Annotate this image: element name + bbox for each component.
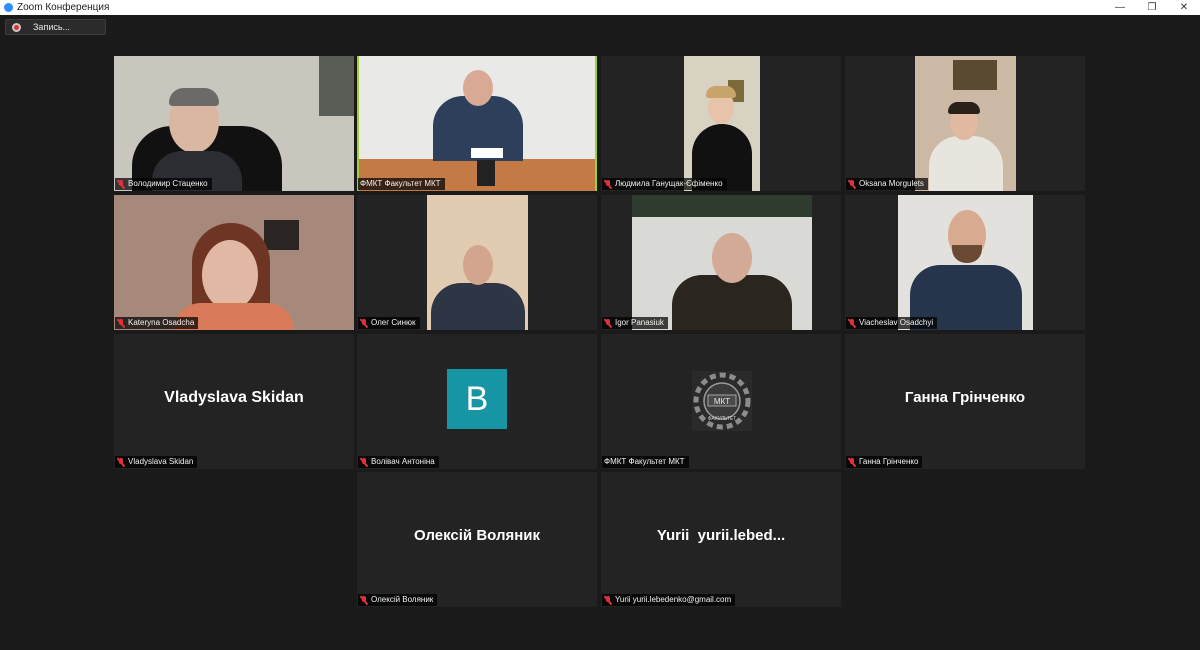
mic-muted-icon (359, 457, 368, 467)
participant-name-tag: Олексій Воляник (358, 594, 438, 606)
recording-indicator[interactable]: Запись... (5, 19, 106, 35)
participant-name-tag: Igor Panasiuk (602, 317, 668, 329)
participant-display-name: Vladyslava Skidan (164, 389, 304, 406)
participant-tile[interactable]: Vladyslava Skidan Vladyslava Skidan (114, 334, 354, 469)
participant-name: Олег Синюк (371, 318, 416, 327)
participant-name-tag: ФМКТ Факультет МКТ (358, 178, 445, 190)
participant-tile[interactable]: Олег Синюк (357, 195, 597, 330)
participant-video (359, 56, 595, 191)
participant-name-tag: Олег Синюк (358, 317, 420, 329)
participant-name: ФМКТ Факультет МКТ (604, 457, 685, 466)
participant-display-name: Ганна Грінченко (904, 389, 1026, 406)
participant-name: Yurii yurii.lebedenko@gmail.com (615, 595, 732, 604)
mic-muted-icon (116, 179, 125, 189)
participant-video (915, 56, 1016, 191)
participant-tile[interactable]: ФМКТ Факультет МКТ (357, 56, 597, 191)
mic-muted-icon (359, 318, 368, 328)
mic-muted-icon (359, 595, 368, 605)
participant-avatar: B (447, 369, 507, 429)
participant-tile[interactable]: Kateryna Osadcha (114, 195, 354, 330)
restore-button[interactable]: ❐ (1136, 0, 1168, 15)
record-icon (12, 22, 21, 32)
participant-name: Kateryna Osadcha (128, 318, 195, 327)
participant-name: ФМКТ Факультет МКТ (360, 179, 441, 188)
participant-display-name: Олексій Воляник (413, 527, 541, 544)
participant-name: Vladyslava Skidan (128, 457, 194, 466)
participant-name: Володимир Стаценко (128, 179, 208, 188)
participant-display-name: Yurii yurii.lebed... (656, 527, 786, 544)
participant-video (114, 195, 354, 330)
minimize-button[interactable]: — (1104, 0, 1136, 15)
participant-tile[interactable]: Ганна Грінченко Ганна Грінченко (845, 334, 1085, 469)
logo-subtext: ФАКУЛЬТЕТ (708, 416, 737, 422)
participant-name: Igor Panasiuk (615, 318, 664, 327)
participant-name: Viacheslav Osadchyi (859, 318, 934, 327)
participant-video (114, 56, 354, 191)
participant-name-tag: Людмила Ганущак-Єфіменко (602, 178, 727, 190)
mic-muted-icon (847, 318, 856, 328)
participant-tile[interactable]: Олексій Воляник Олексій Воляник (357, 472, 597, 607)
logo-text: МКТ (714, 397, 730, 406)
participant-name-tag: Yurii yurii.lebedenko@gmail.com (602, 594, 736, 606)
window-controls: — ❐ ✕ (1104, 0, 1200, 15)
participant-video (684, 56, 760, 191)
mic-muted-icon (116, 318, 125, 328)
participant-tile[interactable]: Yurii yurii.lebed... Yurii yurii.lebeden… (601, 472, 841, 607)
participant-video (427, 195, 528, 330)
participant-name-tag: ФМКТ Факультет МКТ (602, 456, 689, 468)
participant-name: Людмила Ганущак-Єфіменко (615, 179, 723, 188)
mic-muted-icon (847, 457, 856, 467)
participant-name: Олексій Воляник (371, 595, 434, 604)
close-button[interactable]: ✕ (1168, 0, 1200, 15)
participant-tile[interactable]: Viacheslav Osadchyi (845, 195, 1085, 330)
participant-name-tag: Kateryna Osadcha (115, 317, 199, 329)
mic-muted-icon (116, 457, 125, 467)
participant-name-tag: Волівач Антоніна (358, 456, 439, 468)
participant-tile[interactable]: Людмила Ганущак-Єфіменко (601, 56, 841, 191)
zoom-app-icon (4, 3, 13, 12)
faculty-logo: МКТ ФАКУЛЬТЕТ (692, 371, 752, 431)
participant-name-tag: Viacheslav Osadchyi (846, 317, 938, 329)
mic-muted-icon (603, 595, 612, 605)
participant-tile[interactable]: Igor Panasiuk (601, 195, 841, 330)
mic-muted-icon (603, 318, 612, 328)
participant-tile[interactable]: Володимир Стаценко (114, 56, 354, 191)
participant-name: Oksana Morgulets (859, 179, 924, 188)
participant-name-tag: Oksana Morgulets (846, 178, 928, 190)
mic-muted-icon (603, 179, 612, 189)
participant-tile[interactable]: B Волівач Антоніна (357, 334, 597, 469)
participant-name-tag: Vladyslava Skidan (115, 456, 198, 468)
participant-name-tag: Володимир Стаценко (115, 178, 212, 190)
window-title: Zoom Конференция (17, 2, 110, 13)
participant-name-tag: Ганна Грінченко (846, 456, 923, 468)
participant-name: Волівач Антоніна (371, 457, 435, 466)
mic-muted-icon (847, 179, 856, 189)
participant-name: Ганна Грінченко (859, 457, 919, 466)
participant-tile[interactable]: Oksana Morgulets (845, 56, 1085, 191)
recording-label: Запись... (33, 22, 71, 32)
participant-video (632, 195, 812, 330)
participant-tile[interactable]: МКТ ФАКУЛЬТЕТ ФМКТ Факультет МКТ (601, 334, 841, 469)
window-title-bar: Zoom Конференция — ❐ ✕ (0, 0, 1200, 15)
participant-video (898, 195, 1033, 330)
